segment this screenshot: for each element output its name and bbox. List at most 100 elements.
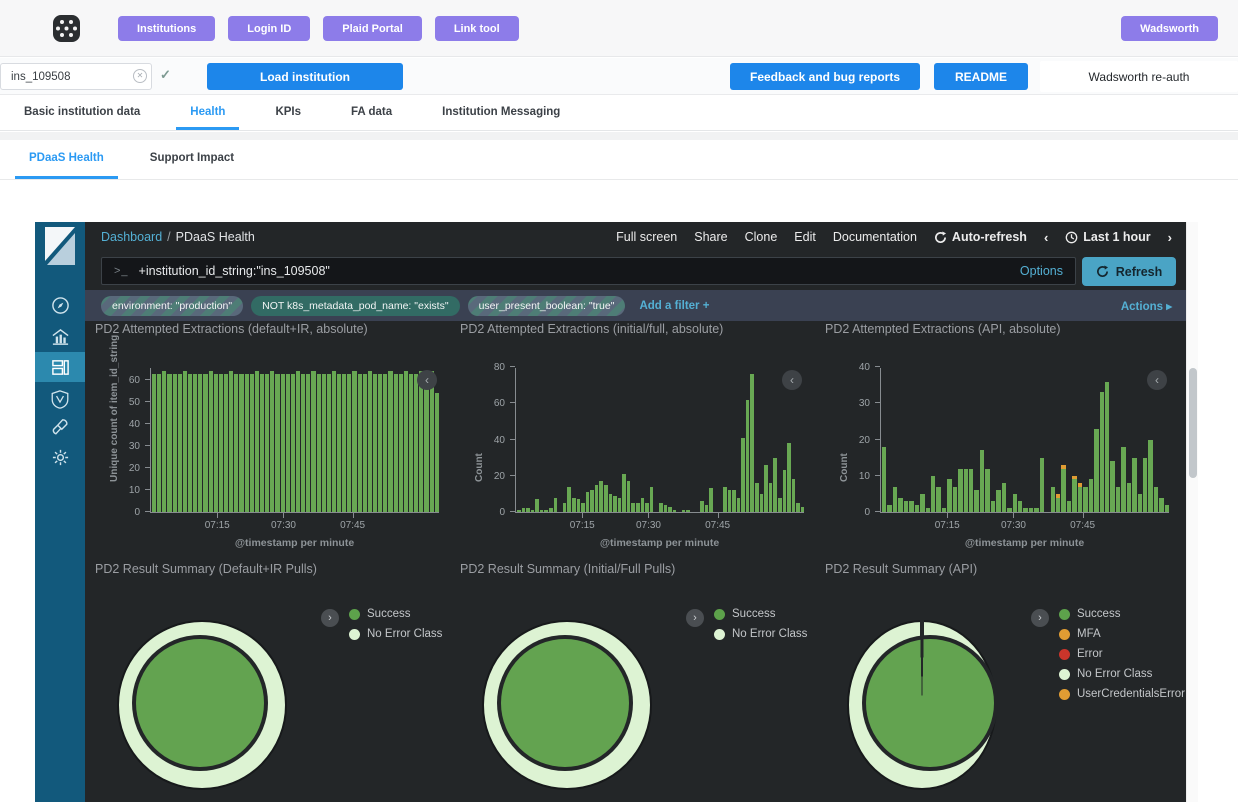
menu-edit[interactable]: Edit xyxy=(794,230,816,244)
bar[interactable] xyxy=(1089,479,1093,512)
time-range-picker[interactable]: Last 1 hour xyxy=(1065,230,1150,244)
query-input[interactable]: >_ +institution_id_string:"ins_109508" O… xyxy=(101,257,1076,285)
bar[interactable] xyxy=(167,374,171,512)
menu-share[interactable]: Share xyxy=(694,230,727,244)
bar[interactable] xyxy=(430,371,434,512)
legend-item[interactable]: Success xyxy=(349,608,442,620)
add-filter-link[interactable]: Add a filter + xyxy=(639,300,709,312)
bar[interactable] xyxy=(224,374,228,512)
bar[interactable] xyxy=(1121,447,1125,512)
menu-clone[interactable]: Clone xyxy=(745,230,778,244)
bar[interactable] xyxy=(801,507,805,512)
legend-item[interactable]: MFA xyxy=(1059,628,1185,640)
bar[interactable] xyxy=(173,374,177,512)
bar[interactable] xyxy=(577,499,581,512)
bar[interactable] xyxy=(778,498,782,513)
bar[interactable] xyxy=(746,400,750,512)
bar[interactable] xyxy=(700,501,704,512)
bar[interactable] xyxy=(229,371,233,512)
bar[interactable] xyxy=(352,371,356,512)
bar[interactable] xyxy=(378,374,382,512)
devtools-wrench-icon[interactable] xyxy=(35,412,85,442)
bar-chart[interactable]: 010203040506007:1507:3007:45 xyxy=(150,368,439,513)
bar[interactable] xyxy=(281,374,285,512)
bar[interactable] xyxy=(178,374,182,512)
bar[interactable] xyxy=(964,469,968,513)
bar[interactable] xyxy=(358,374,362,512)
visualize-chart-icon[interactable] xyxy=(35,322,85,352)
bar[interactable] xyxy=(563,503,567,512)
bar[interactable] xyxy=(773,458,777,512)
bar[interactable] xyxy=(581,503,585,512)
bar[interactable] xyxy=(755,483,759,512)
bar[interactable] xyxy=(783,470,787,512)
bar[interactable] xyxy=(909,501,913,512)
bar[interactable] xyxy=(953,487,957,512)
bar[interactable] xyxy=(668,507,672,512)
bar[interactable] xyxy=(399,374,403,512)
bar[interactable] xyxy=(1051,487,1055,512)
bar[interactable] xyxy=(517,510,521,512)
bar[interactable] xyxy=(631,503,635,512)
bar[interactable] xyxy=(1138,494,1142,512)
bar[interactable] xyxy=(947,479,951,512)
bar[interactable] xyxy=(255,371,259,512)
bar[interactable] xyxy=(645,503,649,512)
bar[interactable] xyxy=(926,508,930,512)
bar[interactable] xyxy=(723,487,727,512)
bar[interactable] xyxy=(567,487,571,512)
bar[interactable] xyxy=(958,469,962,513)
panel-collapse-icon[interactable]: ‹ xyxy=(1147,370,1167,390)
bar[interactable] xyxy=(636,503,640,512)
bar[interactable] xyxy=(936,487,940,512)
bar[interactable] xyxy=(931,476,935,512)
bar[interactable] xyxy=(157,374,161,512)
bar[interactable] xyxy=(373,374,377,512)
bar[interactable] xyxy=(969,469,973,513)
bar[interactable] xyxy=(796,503,800,512)
bar[interactable] xyxy=(1094,429,1098,512)
time-back-chevron[interactable]: ‹ xyxy=(1044,230,1048,245)
bar[interactable] xyxy=(363,374,367,512)
bar[interactable] xyxy=(1083,487,1087,512)
bar[interactable] xyxy=(203,374,207,512)
bar[interactable] xyxy=(882,447,886,512)
legend-item[interactable]: No Error Class xyxy=(349,628,442,640)
bar[interactable] xyxy=(1013,494,1017,512)
legend-toggle-icon[interactable]: › xyxy=(1031,609,1049,627)
bar[interactable] xyxy=(152,374,156,512)
pie-inner-slice[interactable] xyxy=(136,639,264,767)
bar[interactable] xyxy=(219,374,223,512)
bar[interactable] xyxy=(991,501,995,512)
time-forward-chevron[interactable]: › xyxy=(1168,230,1172,245)
bar[interactable] xyxy=(286,374,290,512)
filter-actions-link[interactable]: Actions ▸ xyxy=(1121,299,1172,313)
bar[interactable] xyxy=(737,498,741,513)
bar[interactable] xyxy=(1056,494,1060,512)
management-gear-icon[interactable] xyxy=(35,442,85,472)
bar[interactable] xyxy=(234,374,238,512)
bar-chart[interactable]: 02040608007:1507:3007:45 xyxy=(515,368,804,513)
bar[interactable] xyxy=(728,490,732,512)
tab-basic-institution-data[interactable]: Basic institution data xyxy=(10,96,154,130)
bar[interactable] xyxy=(996,490,1000,512)
bar[interactable] xyxy=(942,508,946,512)
refresh-button[interactable]: Refresh xyxy=(1082,257,1176,286)
bar[interactable] xyxy=(1154,487,1158,512)
bar[interactable] xyxy=(193,374,197,512)
nav-button-plaid-portal[interactable]: Plaid Portal xyxy=(323,16,422,41)
wadsworth-reauth-button[interactable]: Wadsworth re-auth xyxy=(1040,61,1238,92)
bar[interactable] xyxy=(388,371,392,512)
bar[interactable] xyxy=(1007,508,1011,512)
bar[interactable] xyxy=(327,374,331,512)
bar[interactable] xyxy=(686,510,690,512)
bar[interactable] xyxy=(424,374,428,512)
institution-id-input[interactable] xyxy=(0,63,152,90)
bar[interactable] xyxy=(915,505,919,512)
bar[interactable] xyxy=(1159,498,1163,513)
bar[interactable] xyxy=(980,450,984,512)
bar[interactable] xyxy=(599,481,603,512)
pie-chart[interactable] xyxy=(847,620,997,790)
bar[interactable] xyxy=(627,481,631,512)
bar[interactable] xyxy=(741,438,745,512)
